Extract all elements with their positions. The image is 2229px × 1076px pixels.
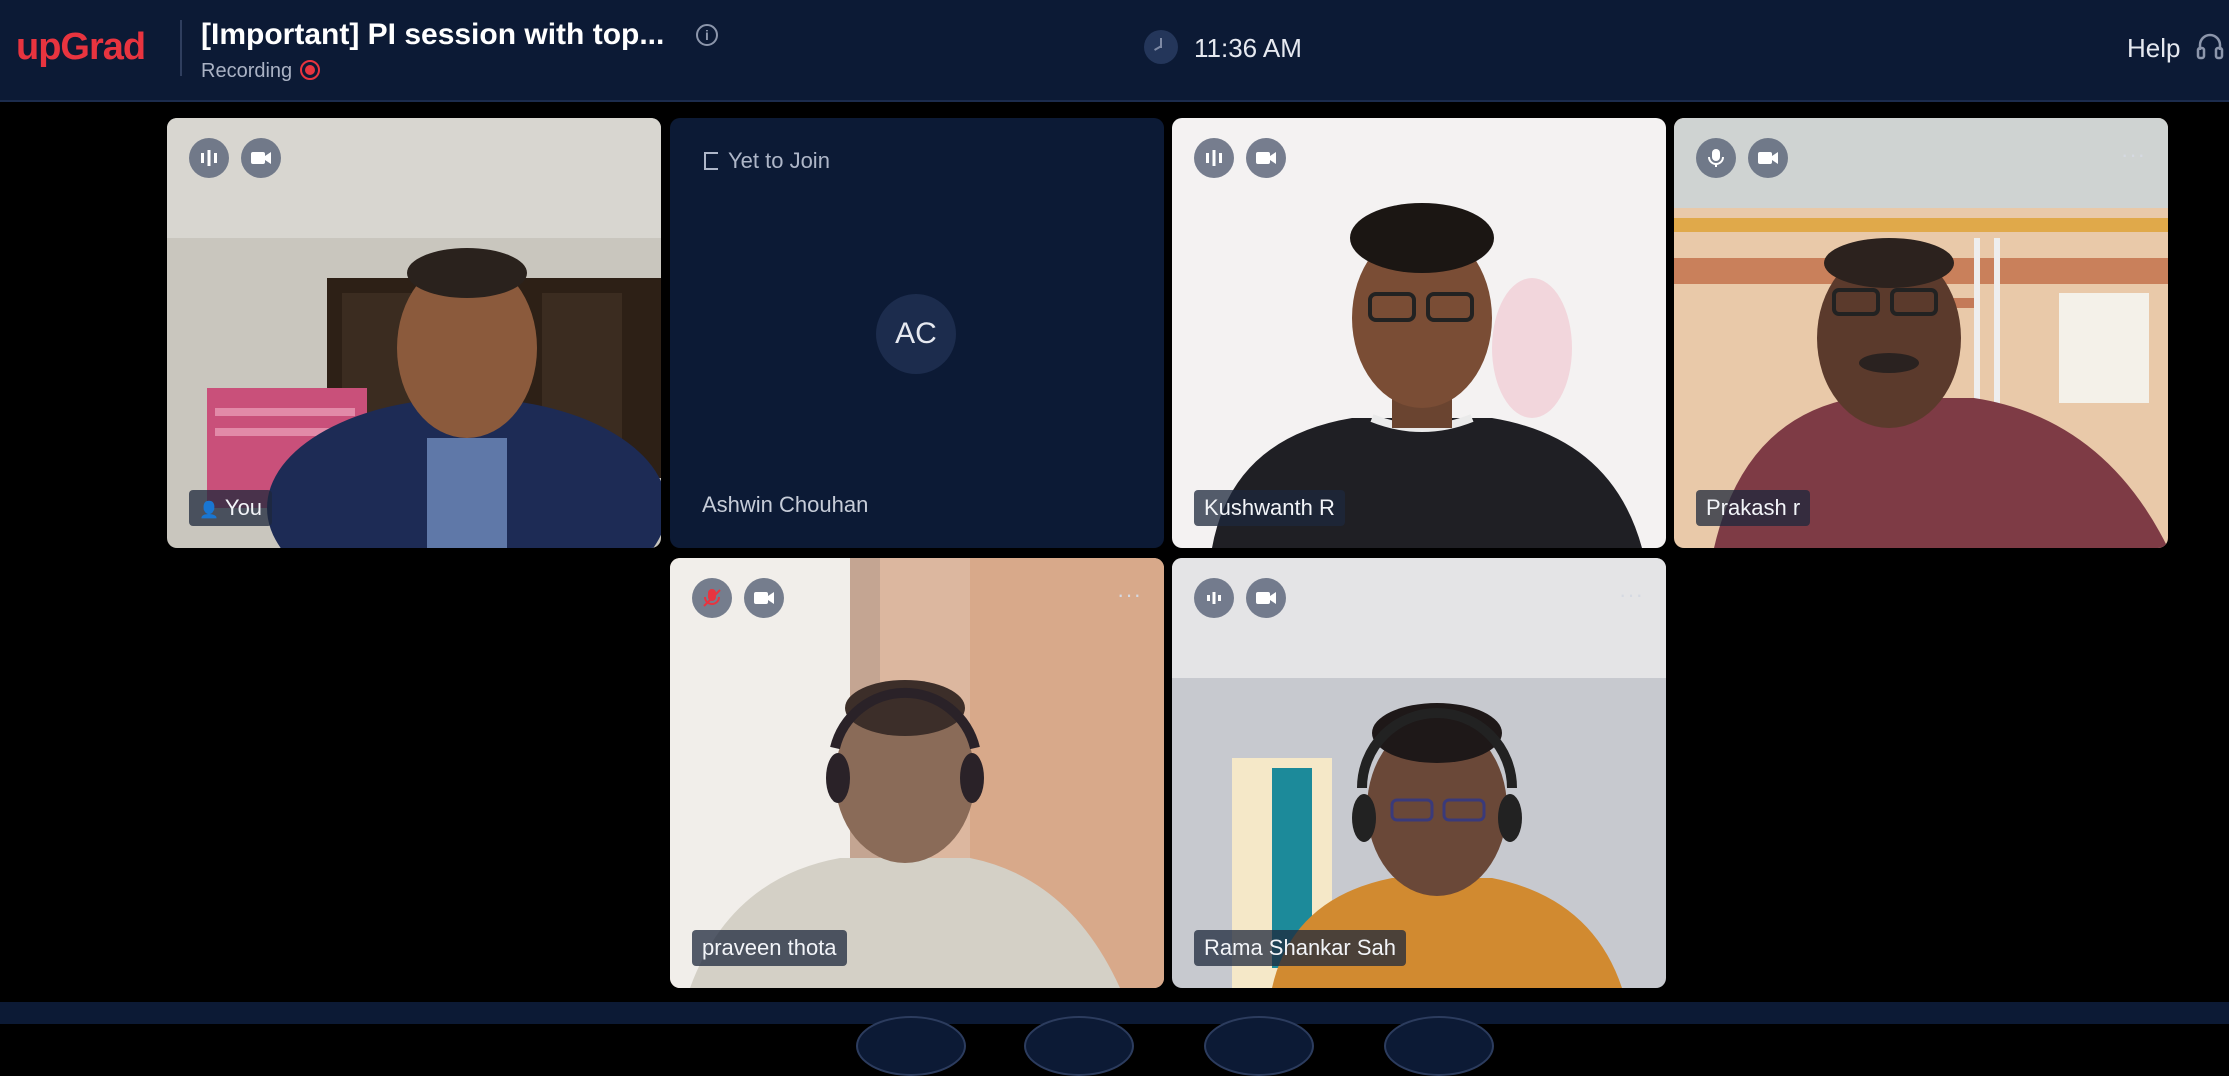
control-button[interactable]	[1384, 1016, 1494, 1076]
camera-icon	[251, 152, 271, 164]
participant-video	[670, 558, 1164, 988]
speaking-icon	[1207, 592, 1221, 604]
participant-name-tag: 👤 You	[189, 490, 273, 526]
camera-toggle[interactable]	[1246, 578, 1286, 618]
join-door-icon	[704, 152, 718, 170]
participant-tile-ashwin-chouhan[interactable]: Yet to Join AC Ashwin Chouhan	[670, 118, 1164, 548]
session-time: 11:36 AM	[1194, 33, 1302, 63]
control-button[interactable]	[856, 1016, 966, 1076]
camera-icon	[1256, 592, 1276, 604]
speaking-indicator[interactable]	[1194, 138, 1234, 178]
user-icon: 👤	[199, 502, 219, 519]
more-options-button[interactable]: ···	[1619, 582, 1644, 608]
participant-tile-kushwanth-r[interactable]: Kushwanth R	[1172, 118, 1666, 548]
header-divider	[180, 20, 182, 76]
help-button[interactable]: Help	[2127, 33, 2180, 64]
camera-icon	[1758, 152, 1778, 164]
participant-name-tag: Prakash r	[1696, 490, 1811, 526]
participant-video	[1172, 118, 1666, 548]
recording-dot-icon	[300, 60, 321, 80]
yet-to-join-label: Yet to Join	[728, 148, 830, 173]
yet-to-join-status: Yet to Join	[704, 148, 830, 174]
mic-icon	[1708, 149, 1724, 167]
camera-toggle[interactable]	[241, 138, 281, 178]
camera-toggle[interactable]	[744, 578, 784, 618]
more-options-button[interactable]: ···	[1117, 582, 1142, 608]
clock-icon	[1144, 30, 1178, 64]
mic-toggle[interactable]	[1696, 138, 1736, 178]
top-bar: upGrad [Important] PI session with top..…	[0, 0, 2229, 102]
session-title: [Important] PI session with top...	[201, 18, 665, 51]
control-button[interactable]	[1024, 1016, 1134, 1076]
participant-tile-rama-shankar-sah[interactable]: ··· Rama Shankar Sah	[1172, 558, 1666, 988]
participant-video	[1172, 558, 1666, 988]
participant-tile-you[interactable]: 👤 You	[167, 118, 661, 548]
control-button[interactable]	[1204, 1016, 1314, 1076]
camera-toggle[interactable]	[1748, 138, 1788, 178]
bottom-control-bar	[0, 1002, 2229, 1076]
speaking-indicator[interactable]	[189, 138, 229, 178]
participant-tile-praveen-thota[interactable]: ··· praveen thota	[670, 558, 1164, 988]
participant-name-tag: Rama Shankar Sah	[1194, 930, 1406, 966]
recording-label: Recording	[201, 60, 293, 82]
recording-status: Recording	[201, 60, 321, 83]
mic-muted-icon	[703, 589, 721, 607]
mic-toggle[interactable]	[692, 578, 732, 618]
more-options-button[interactable]: ···	[2121, 142, 2146, 168]
upgrad-logo: upGrad	[16, 26, 146, 68]
speaking-indicator[interactable]	[1194, 578, 1234, 618]
participant-name-tag: Kushwanth R	[1194, 490, 1345, 526]
avatar: AC	[876, 294, 956, 374]
info-icon[interactable]: i	[696, 24, 718, 46]
participant-video	[167, 118, 661, 548]
speaking-icon	[201, 150, 217, 166]
headset-icon[interactable]	[2196, 32, 2224, 62]
participant-video	[1674, 118, 2168, 548]
camera-toggle[interactable]	[1246, 138, 1286, 178]
participant-name: Ashwin Chouhan	[702, 492, 869, 517]
speaking-icon	[1206, 150, 1222, 166]
participant-tile-prakash-r[interactable]: ··· Prakash r	[1674, 118, 2168, 548]
camera-icon	[754, 592, 774, 604]
camera-icon	[1256, 152, 1276, 164]
participant-name-tag: praveen thota	[692, 930, 847, 966]
participant-name: You	[224, 495, 263, 520]
